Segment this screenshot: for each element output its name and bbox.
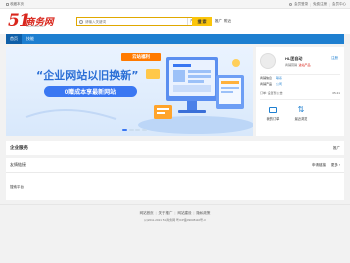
section-title: 企业服务 <box>10 145 28 150</box>
search-input[interactable] <box>83 18 187 25</box>
section-more-link[interactable]: 推广 <box>333 146 340 151</box>
member-center-link[interactable]: 会员中心 <box>332 2 346 7</box>
footer-link-home[interactable]: 网站首页 <box>140 211 154 216</box>
apply-link[interactable]: 申请链接 <box>312 163 326 168</box>
nav-item-skills[interactable]: 技能 <box>22 34 38 44</box>
profile-row: 商铺产品 公司 <box>260 82 282 86</box>
profile-row-label[interactable]: 商铺信息 <box>260 76 272 80</box>
separator: | <box>329 2 330 7</box>
divider <box>260 74 340 75</box>
profile-row-value[interactable]: 联系 <box>276 76 282 80</box>
site-logo[interactable]: 51 商务网 www.51sole.com <box>8 11 72 31</box>
more-links[interactable]: 更多 › <box>331 163 340 168</box>
hot-link-nearby[interactable]: 附近 <box>224 19 231 24</box>
footer-link-build[interactable]: 网站建设 <box>177 211 191 216</box>
login-link[interactable]: 会员登录 <box>294 2 308 7</box>
nav-item-home[interactable]: 首页 <box>6 34 22 44</box>
recent-views-button[interactable]: ⇅ 最近浏览 <box>290 105 312 122</box>
enterprise-services-section: 企业服务 推广 <box>6 141 344 155</box>
search-button[interactable]: 搜 索 <box>192 17 212 26</box>
separator: | <box>174 211 176 215</box>
separator: | <box>155 211 157 215</box>
my-orders-button[interactable]: 我的订单 <box>262 107 284 121</box>
hot-link-promote[interactable]: 推广 <box>215 19 222 24</box>
user-icon <box>289 3 293 6</box>
banner-dot[interactable] <box>135 129 140 131</box>
section-title: 友情链接 <box>10 162 26 167</box>
profile-sub-link[interactable]: 进站产品 <box>299 63 311 67</box>
top-bar: 收藏本页 会员登录 | 免费注册 | 会员中心 <box>0 0 350 9</box>
footer-link-promote[interactable]: 关于推广 <box>159 211 173 216</box>
notice-row[interactable]: 订单: 设置暂公告 05-31 <box>260 91 340 95</box>
account-links: 会员登录 | 免费注册 | 会员中心 <box>289 2 346 7</box>
main-nav: 首页 技能 <box>0 34 350 44</box>
recent-views-label: 最近浏览 <box>294 117 308 121</box>
avatar[interactable] <box>260 53 276 69</box>
banner-dot[interactable] <box>128 129 134 131</box>
profile-sub-text: 商铺营销 <box>285 63 298 67</box>
nav-bar: 首页 技能 <box>6 34 344 44</box>
separator: | <box>310 2 312 7</box>
divider <box>6 172 344 173</box>
profile-row-label[interactable]: 商铺产品 <box>260 82 272 86</box>
bookmark-label: 收藏本页 <box>10 2 24 6</box>
profile-subtitle: 商铺营销 进站产品 <box>285 63 311 67</box>
bookmark-icon <box>6 3 9 6</box>
my-orders-label: 我的订单 <box>266 117 280 121</box>
register-link[interactable]: 免费注册 <box>313 2 327 7</box>
promo-banner[interactable]: 云站福利 “企业网站以旧换新” 0赠成本享最新网站 <box>6 47 253 136</box>
hot-links: 推广 附近 <box>215 19 231 24</box>
order-icon <box>269 107 277 113</box>
copyright: (c)2011-2021 51商务网 粤ICP备09038110号-3 <box>144 218 206 222</box>
friend-links-section: 友情链接 申请链接 更多 › 搜索平台 <box>6 158 344 200</box>
notice-text: 订单: 设置暂公告 <box>260 91 283 95</box>
user-profile-card: HL团自动 注册 商铺营销 进站产品 商铺信息 联系 商铺产品 公司 订单: 设… <box>256 47 344 136</box>
banner-ribbon: 云站福利 <box>121 53 161 61</box>
footer-links: 网站首页 | 关于推广 | 网站建设 | 隐私政策 <box>0 211 350 216</box>
banner-dot[interactable] <box>122 129 127 131</box>
separator: | <box>193 211 195 215</box>
banner-headline: “企业网站以旧换新” <box>36 69 139 82</box>
user-name: HL团自动 <box>285 56 303 61</box>
profile-row-value[interactable]: 公司 <box>276 82 282 86</box>
swap-arrows-icon: ⇅ <box>297 105 305 114</box>
banner-pagination <box>122 129 147 131</box>
banner-dot[interactable] <box>141 129 147 131</box>
register-link[interactable]: 注册 <box>331 56 338 61</box>
banner-cta[interactable]: 0赠成本享最新网站 <box>44 86 137 97</box>
site-footer: 网站首页 | 关于推广 | 网站建设 | 隐私政策 (c)2011-2021 5… <box>0 204 350 231</box>
footer-link-privacy[interactable]: 隐私政策 <box>196 211 210 216</box>
friend-link-item[interactable]: 搜索平台 <box>10 185 24 190</box>
profile-row: 商铺信息 联系 <box>260 76 282 80</box>
logo-url: www.51sole.com <box>26 25 45 28</box>
notice-date: 05-31 <box>332 91 340 95</box>
divider <box>260 99 340 100</box>
bookmark-link[interactable]: 收藏本页 <box>6 2 24 7</box>
